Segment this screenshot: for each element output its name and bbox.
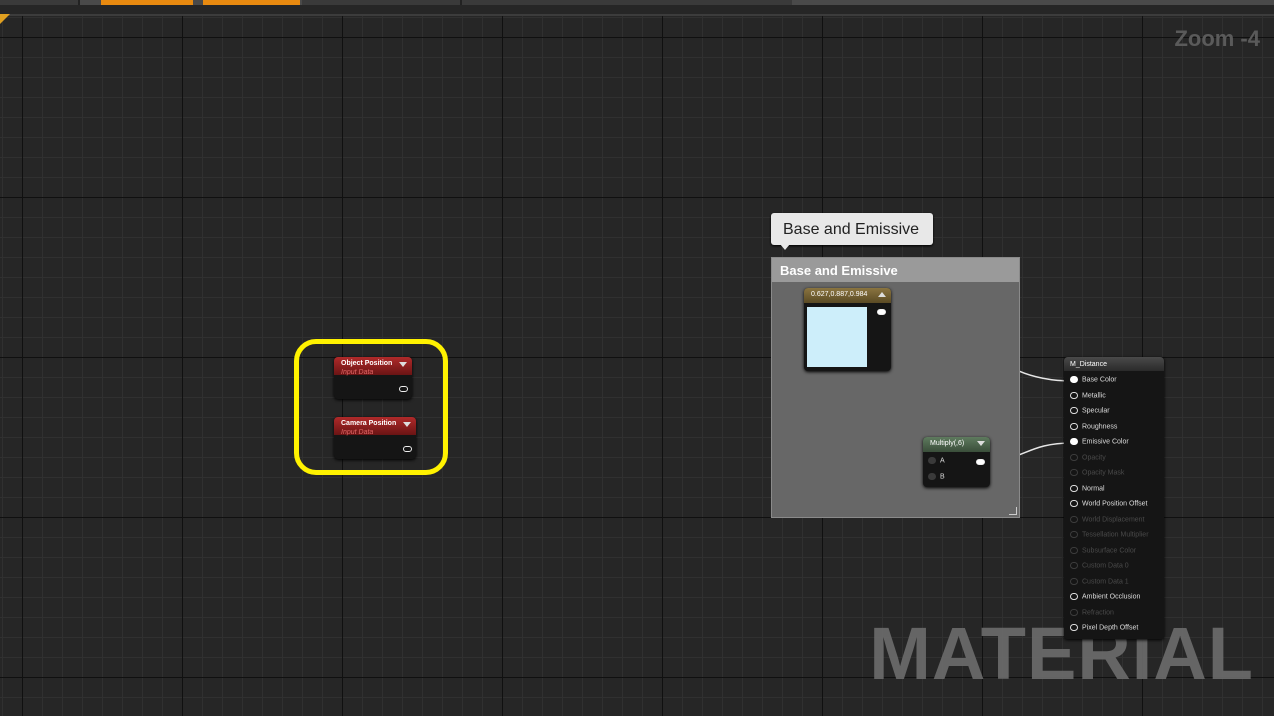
input-pin-b[interactable]: B [928,473,945,485]
comment-tooltip: Base and Emissive [771,213,933,245]
result-node-header[interactable]: M_Distance [1064,357,1164,371]
material-pin-world-displacement[interactable]: World Displacement [1070,515,1145,528]
pin-label: Tessellation Multiplier [1082,531,1149,539]
tooltip-text: Base and Emissive [783,221,920,238]
pin-icon[interactable] [1070,531,1078,538]
constant-color-header[interactable]: 0.627,0.887,0.984 [804,288,891,303]
output-pin-icon[interactable] [403,446,412,452]
pin-label: World Displacement [1082,515,1145,523]
material-pin-specular[interactable]: Specular [1070,407,1110,419]
pin-icon[interactable] [1070,500,1078,507]
collapse-caret-icon[interactable] [403,422,411,427]
pin-label: Ambient Occlusion [1082,593,1141,601]
collapse-caret-icon[interactable] [977,441,985,446]
comment-title: Base and Emissive [780,263,898,278]
material-pin-custom-data-1[interactable]: Custom Data 1 [1070,577,1129,590]
node-title: Camera Position [341,420,397,427]
material-pin-pixel-depth-offset[interactable]: Pixel Depth Offset [1070,624,1138,636]
material-pin-opacity[interactable]: Opacity [1070,453,1106,466]
pin-icon[interactable] [928,473,936,480]
pin-icon[interactable] [1070,469,1078,476]
material-pin-opacity-mask[interactable]: Opacity Mask [1070,469,1124,481]
pin-icon[interactable] [1070,376,1078,383]
resize-handle-icon[interactable] [1009,507,1017,515]
pin-icon[interactable] [1070,484,1078,492]
pin-label: Opacity [1082,453,1106,461]
camera-position-node[interactable]: Camera Position Input Data [334,417,416,459]
pin-label: A [940,457,945,465]
result-node-m-distance[interactable]: M_Distance Base Color Metallic Specular Rou… [1064,357,1164,639]
pin-label: Subsurface Color [1082,546,1137,554]
object-position-header[interactable]: Object Position Input Data [334,357,412,376]
material-pin-refraction[interactable]: Refraction [1070,608,1114,621]
material-pin-emissive-color[interactable]: Emissive Color [1070,438,1129,450]
expand-caret-icon[interactable] [878,292,886,297]
input-pin-a[interactable]: A [928,457,945,469]
pin-label: Refraction [1082,608,1114,616]
material-pin-base-color[interactable]: Base Color [1070,376,1117,388]
pin-icon[interactable] [1070,624,1078,631]
pin-label: Base Color [1082,376,1117,384]
pin-label: Normal [1082,484,1105,492]
pin-label: World Position Offset [1082,500,1148,508]
tooltip-pointer [780,244,790,250]
material-pin-world-position-offset[interactable]: World Position Offset [1070,500,1148,512]
material-pin-subsurface-color[interactable]: Subsurface Color [1070,546,1137,559]
collapse-caret-icon[interactable] [399,362,407,367]
node-title: 0.627,0.887,0.984 [811,291,868,298]
pin-label: Specular [1082,407,1110,415]
pin-icon[interactable] [1070,562,1078,569]
object-position-node[interactable]: Object Position Input Data [334,357,412,399]
comment-header[interactable]: Base and Emissive [772,258,1019,282]
node-subtitle: Input Data [341,369,374,376]
pin-label: B [940,473,945,481]
node-title: Multiply(,6) [930,440,965,447]
pin-icon[interactable] [1070,608,1078,616]
pin-icon[interactable] [1070,577,1078,585]
pin-icon[interactable] [1070,453,1078,461]
node-subtitle: Input Data [341,429,374,436]
pin-icon[interactable] [1070,391,1078,399]
material-pin-roughness[interactable]: Roughness [1070,422,1118,435]
pin-label: Custom Data 1 [1082,577,1129,585]
pin-icon[interactable] [1070,422,1078,430]
multiply-node[interactable]: Multiply(,6) A B [923,437,990,487]
multiply-header[interactable]: Multiply(,6) [923,437,990,452]
pin-icon[interactable] [928,457,936,464]
pin-label: Pixel Depth Offset [1082,624,1139,632]
camera-position-header[interactable]: Camera Position Input Data [334,417,416,436]
pin-icon[interactable] [1070,546,1078,554]
pin-icon[interactable] [1070,438,1078,445]
node-title: Object Position [341,360,393,367]
output-pin-icon[interactable] [976,459,985,465]
pin-icon[interactable] [1070,407,1078,414]
pin-label: Custom Data 0 [1082,562,1129,570]
constant-color-node[interactable]: 0.627,0.887,0.984 [804,288,891,371]
pin-label: Emissive Color [1082,438,1129,446]
material-pin-metallic[interactable]: Metallic [1070,391,1106,404]
node-title: M_Distance [1070,361,1107,368]
pin-label: Roughness [1082,422,1118,430]
material-pin-tessellation-multiplier[interactable]: Tessellation Multiplier [1070,531,1149,543]
material-pin-custom-data-0[interactable]: Custom Data 0 [1070,562,1129,574]
pin-icon[interactable] [1070,515,1078,523]
pin-label: Metallic [1082,391,1106,399]
color-swatch[interactable] [807,307,867,367]
pin-icon[interactable] [1070,593,1078,600]
output-pin-icon[interactable] [877,309,886,315]
material-pin-ambient-occlusion[interactable]: Ambient Occlusion [1070,593,1140,605]
output-pin-icon[interactable] [399,386,408,392]
pin-label: Opacity Mask [1082,469,1125,477]
material-pin-normal[interactable]: Normal [1070,484,1105,497]
